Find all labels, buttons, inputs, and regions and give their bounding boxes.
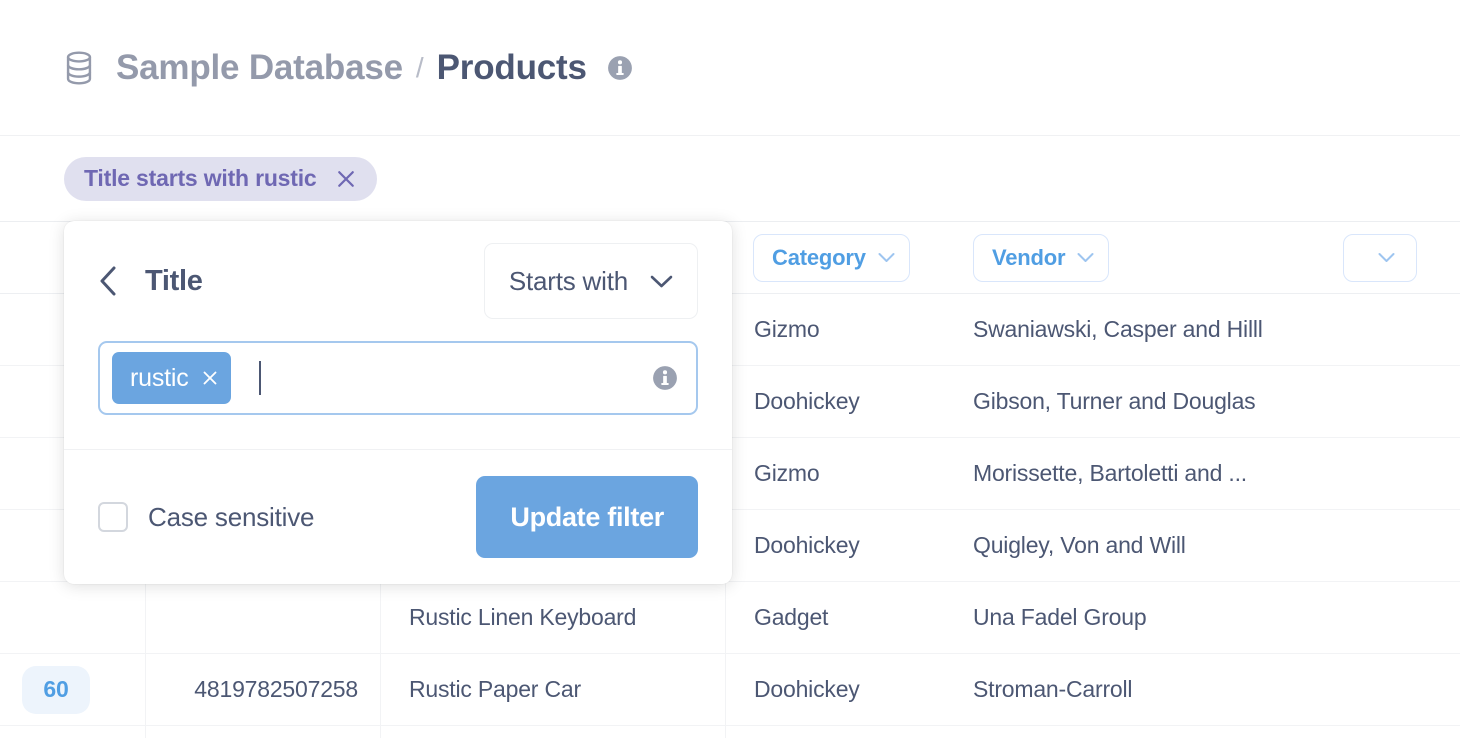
column-header-button-next[interactable] — [1343, 233, 1417, 282]
cell-extra — [1315, 294, 1460, 366]
table-row[interactable] — [0, 725, 1460, 738]
update-filter-button[interactable]: Update filter — [476, 476, 698, 558]
cell-category: Gizmo — [725, 437, 945, 510]
cell-extra — [1315, 654, 1460, 726]
chevron-down-icon — [878, 253, 895, 262]
database-icon — [66, 50, 92, 85]
value-token[interactable]: rustic — [112, 352, 231, 404]
cell-ean — [145, 725, 380, 738]
popover-footer: Case sensitive Update filter — [64, 450, 732, 584]
case-sensitive-label: Case sensitive — [148, 501, 315, 532]
table-header-vendor: Vendor — [945, 222, 1315, 294]
cell-extra — [1315, 438, 1460, 510]
cell-extra — [1315, 366, 1460, 438]
case-sensitive-checkbox[interactable] — [98, 502, 128, 532]
popover-title: Title — [145, 264, 203, 297]
close-icon[interactable] — [202, 370, 218, 386]
info-icon[interactable] — [652, 365, 678, 391]
info-icon[interactable] — [607, 55, 633, 81]
table-header-category: Category — [725, 222, 945, 294]
column-header-label-category: Category — [772, 244, 866, 270]
cell-category — [725, 725, 945, 738]
popover-input-area: rustic — [64, 341, 732, 449]
chevron-down-icon — [650, 275, 673, 288]
cell-vendor: Morissette, Bartoletti and ... — [973, 460, 1247, 486]
cell-ean: 4819782507258 — [145, 653, 380, 726]
cell-vendor — [945, 726, 1315, 738]
breadcrumb: Sample Database / Products — [116, 48, 587, 88]
popover-header: Title Starts with — [64, 221, 732, 341]
filter-chip-title[interactable]: Title starts with rustic — [64, 156, 377, 201]
filter-bar: Title starts with rustic — [0, 136, 1460, 222]
cell-vendor: Gibson, Turner and Douglas — [973, 388, 1256, 414]
breadcrumb-table[interactable]: Products — [437, 48, 587, 88]
case-sensitive-toggle[interactable]: Case sensitive — [98, 502, 314, 533]
cell-id — [0, 582, 145, 654]
column-header-button-vendor[interactable]: Vendor — [973, 233, 1110, 282]
table-row[interactable]: Rustic Linen Keyboard Gadget Una Fadel G… — [0, 581, 1460, 654]
table-header-next-column — [1315, 222, 1460, 294]
cell-vendor: Swaniawski, Casper and Hilll — [973, 316, 1263, 342]
cell-vendor: Quigley, Von and Will — [973, 532, 1186, 558]
chevron-left-icon[interactable] — [98, 265, 118, 297]
filter-chip-label: Title starts with rustic — [84, 165, 317, 191]
cell-id — [0, 726, 145, 738]
cell-category: Gadget — [725, 581, 945, 654]
cell-category: Gizmo — [725, 293, 945, 366]
value-token-label: rustic — [130, 363, 189, 392]
chevron-down-icon — [1378, 253, 1394, 262]
app-header: Sample Database / Products — [0, 0, 1460, 136]
cell-extra — [1315, 726, 1460, 738]
operator-select[interactable]: Starts with — [483, 243, 698, 319]
operator-value: Starts with — [508, 265, 628, 296]
cell-category: Doohickey — [725, 653, 945, 726]
cell-title: Rustic Linen Keyboard — [380, 581, 725, 654]
cell-category: Doohickey — [725, 509, 945, 582]
cell-ean — [145, 581, 380, 654]
cell-title — [380, 725, 725, 738]
column-header-label-vendor: Vendor — [992, 244, 1066, 270]
chevron-down-icon — [1077, 253, 1094, 262]
cell-extra — [1315, 582, 1460, 654]
cell-extra — [1315, 510, 1460, 582]
breadcrumb-separator: / — [415, 51, 424, 83]
cell-vendor: Stroman-Carroll — [973, 676, 1133, 702]
row-id-badge: 60 — [22, 665, 90, 714]
cell-title: Rustic Paper Car — [380, 653, 725, 726]
cell-vendor: Una Fadel Group — [973, 604, 1147, 630]
filter-value-input[interactable]: rustic — [98, 341, 698, 415]
table-row[interactable]: 60 4819782507258 Rustic Paper Car Doohic… — [0, 653, 1460, 726]
filter-popover: Title Starts with rustic Case sensitive … — [64, 221, 732, 584]
text-caret — [258, 361, 261, 395]
cell-id: 60 — [0, 654, 145, 726]
cell-category: Doohickey — [725, 365, 945, 438]
column-header-button-category[interactable]: Category — [753, 233, 910, 282]
breadcrumb-database[interactable]: Sample Database — [116, 48, 403, 88]
close-icon[interactable] — [337, 170, 355, 188]
